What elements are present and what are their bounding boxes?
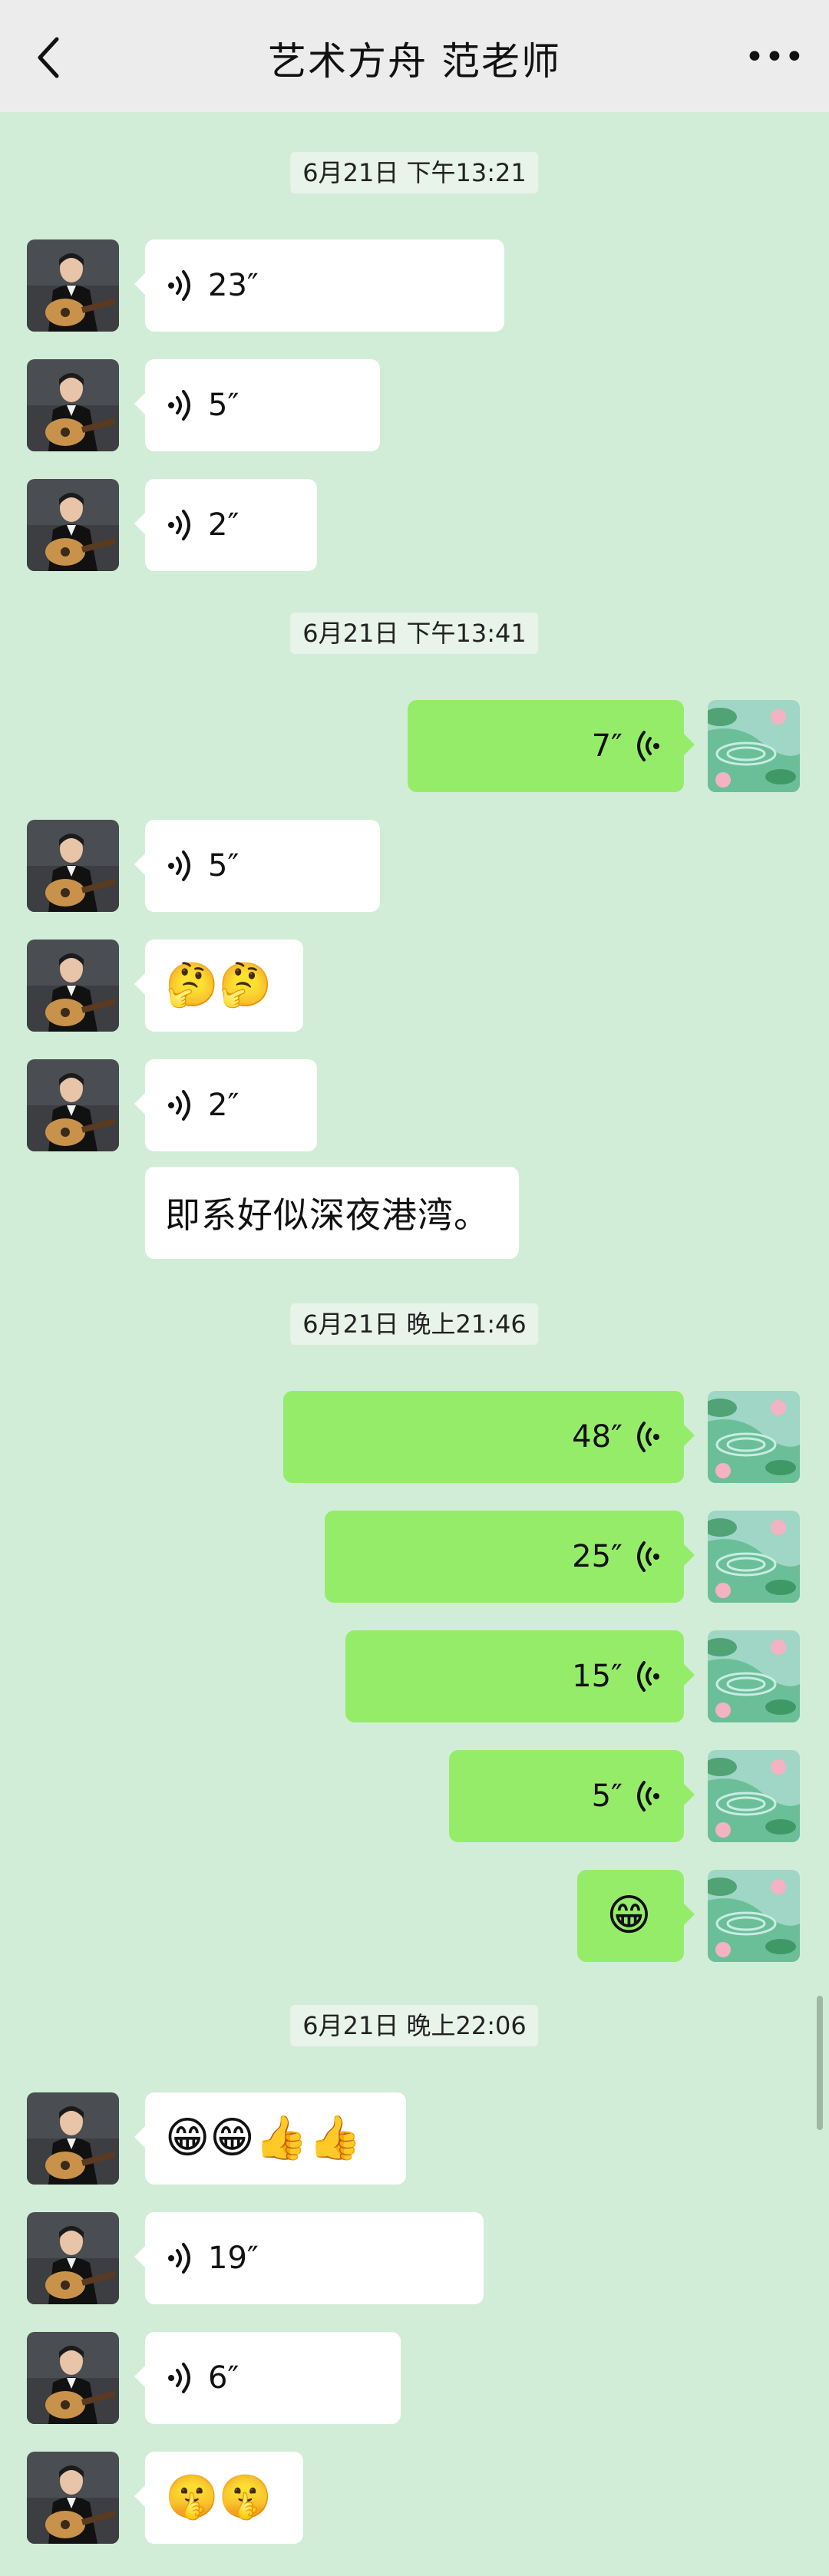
contact-avatar[interactable] — [27, 2212, 119, 2304]
contact-avatar[interactable] — [27, 359, 119, 451]
voice-wave-icon — [168, 2243, 190, 2274]
timestamp: 6月21日 下午13:21 — [290, 152, 539, 193]
emoji-message-bubble[interactable]: 🤔🤔 — [134, 940, 303, 1032]
voice-duration: 48″ — [572, 1419, 623, 1455]
voice-message-bubble[interactable]: 2″ — [134, 1059, 317, 1151]
message-row-incoming: 5″ — [0, 820, 829, 912]
message-row-incoming: 🤔🤔 — [0, 940, 829, 1032]
emoji-content: 🤔🤔 — [165, 960, 272, 1010]
message-row-outgoing: 15″ — [0, 1630, 829, 1722]
voice-duration: 19″ — [208, 2241, 259, 2276]
voice-message-bubble[interactable]: 23″ — [134, 239, 504, 332]
my-avatar[interactable] — [708, 1391, 800, 1483]
top-bar: 艺术方舟 范老师 ••• — [0, 0, 829, 112]
emoji-content: 😁😁👍👍 — [165, 2113, 362, 2163]
message-row-incoming: 19″ — [0, 2212, 829, 2304]
voice-wave-icon — [168, 850, 190, 881]
contact-avatar[interactable] — [27, 940, 119, 1032]
voice-message-bubble[interactable]: 5″ — [449, 1750, 695, 1842]
voice-duration: 5″ — [208, 848, 239, 883]
voice-wave-icon — [168, 1090, 190, 1121]
voice-duration: 7″ — [591, 728, 623, 764]
my-avatar[interactable] — [708, 700, 800, 792]
voice-wave-icon — [637, 731, 659, 761]
contact-avatar[interactable] — [27, 2092, 119, 2185]
message-text: 即系好似深夜港湾。 — [165, 1194, 490, 1236]
message-row-outgoing: 5″ — [0, 1750, 829, 1842]
contact-avatar[interactable] — [27, 479, 119, 571]
voice-message-bubble[interactable]: 6″ — [134, 2332, 401, 2424]
voice-wave-icon — [168, 270, 190, 301]
contact-avatar[interactable] — [27, 2332, 119, 2424]
voice-duration: 25″ — [572, 1539, 623, 1574]
message-row-outgoing: 25″ — [0, 1511, 829, 1603]
voice-message-bubble[interactable]: 5″ — [134, 359, 380, 451]
timestamp: 6月21日 晚上22:06 — [290, 2005, 539, 2046]
message-row-incoming: 6″ — [0, 2332, 829, 2424]
voice-duration: 5″ — [208, 388, 239, 423]
message-row-incoming: 2″ — [0, 479, 829, 571]
voice-wave-icon — [168, 390, 190, 421]
message-list: 6月21日 下午13:21 23″ 5″ 2″ 6月21日 下午13:41 7″ 5″ 🤔🤔 2… — [0, 112, 829, 2576]
my-avatar[interactable] — [708, 1511, 800, 1603]
emoji-content: 🤫🤫 — [165, 2472, 272, 2522]
scrollbar[interactable] — [817, 1996, 823, 2130]
voice-message-bubble[interactable]: 7″ — [408, 700, 695, 792]
chat-title: 艺术方舟 范老师 — [268, 39, 561, 84]
emoji-message-bubble[interactable]: 🤫🤫 — [134, 2452, 303, 2544]
message-row-incoming: 5″ — [0, 359, 829, 451]
message-row-outgoing: 48″ — [0, 1391, 829, 1483]
my-avatar[interactable] — [708, 1750, 800, 1842]
my-avatar[interactable] — [708, 1630, 800, 1722]
emoji-content: 😁 — [606, 1891, 652, 1940]
voice-duration: 23″ — [208, 268, 259, 303]
contact-avatar[interactable] — [27, 820, 119, 912]
message-row-incoming: 23″ — [0, 239, 829, 332]
message-row-incoming: 2″ — [0, 1059, 829, 1151]
voice-message-bubble[interactable]: 25″ — [325, 1511, 695, 1603]
voice-wave-icon — [637, 1781, 659, 1811]
timestamp: 6月21日 晚上21:46 — [290, 1303, 539, 1345]
more-dots-icon[interactable]: ••• — [745, 38, 804, 77]
voice-message-bubble[interactable]: 2″ — [134, 479, 317, 571]
voice-wave-icon — [168, 510, 190, 540]
contact-avatar[interactable] — [27, 239, 119, 332]
message-row-outgoing: 7″ — [0, 700, 829, 792]
voice-duration: 15″ — [572, 1659, 623, 1694]
voice-duration: 2″ — [208, 507, 239, 543]
voice-message-bubble[interactable]: 48″ — [283, 1391, 695, 1483]
emoji-message-bubble[interactable]: 😁😁👍👍 — [134, 2092, 406, 2185]
voice-duration: 5″ — [591, 1778, 623, 1814]
message-row-incoming: 🤫🤫 — [0, 2452, 829, 2544]
text-message-bubble[interactable]: 即系好似深夜港湾。 — [145, 1167, 519, 1259]
voice-wave-icon — [637, 1422, 659, 1452]
my-avatar[interactable] — [708, 1870, 800, 1962]
contact-avatar[interactable] — [27, 1059, 119, 1151]
voice-duration: 6″ — [208, 2360, 239, 2396]
message-row-incoming: 即系好似深夜港湾。 — [0, 1167, 829, 1259]
voice-message-bubble[interactable]: 15″ — [345, 1630, 695, 1722]
emoji-message-bubble[interactable]: 😁 — [577, 1870, 695, 1962]
message-row-outgoing: 😁 — [0, 1870, 829, 1962]
voice-wave-icon — [637, 1661, 659, 1692]
timestamp: 6月21日 下午13:41 — [290, 613, 539, 654]
voice-duration: 2″ — [208, 1088, 239, 1123]
voice-message-bubble[interactable]: 5″ — [134, 820, 380, 912]
voice-wave-icon — [637, 1541, 659, 1572]
contact-avatar[interactable] — [27, 2452, 119, 2544]
voice-message-bubble[interactable]: 19″ — [134, 2212, 484, 2304]
voice-wave-icon — [168, 2363, 190, 2393]
message-row-incoming: 😁😁👍👍 — [0, 2092, 829, 2185]
